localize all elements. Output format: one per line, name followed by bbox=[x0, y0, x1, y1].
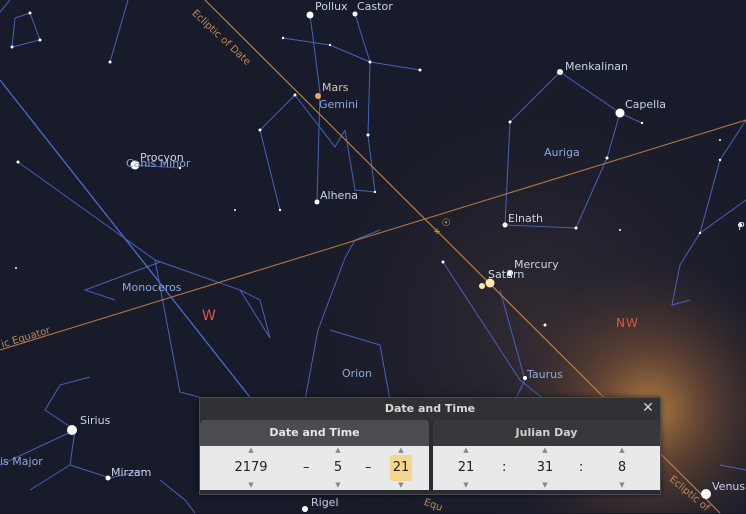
time-separator-1: : bbox=[502, 460, 507, 475]
second-spinbox: ▲ 8 ▼ bbox=[602, 446, 642, 490]
time-separator-2: : bbox=[579, 460, 584, 475]
label-auriga: Auriga bbox=[544, 146, 580, 159]
label-mars: Mars bbox=[322, 81, 349, 94]
cardinal-west: W bbox=[202, 308, 217, 324]
hour-down-arrow-icon[interactable]: ▼ bbox=[446, 481, 486, 490]
star-menkalinan[interactable] bbox=[557, 69, 563, 75]
label-p: P bbox=[738, 220, 745, 233]
day-up-arrow-icon[interactable]: ▲ bbox=[381, 446, 421, 455]
month-up-arrow-icon[interactable]: ▲ bbox=[318, 446, 358, 455]
second-up-arrow-icon[interactable]: ▲ bbox=[602, 446, 642, 455]
label-alhena: Alhena bbox=[320, 189, 359, 202]
label-canis-major: is Major bbox=[0, 455, 43, 468]
star-sirius[interactable] bbox=[67, 425, 77, 435]
minute-up-arrow-icon[interactable]: ▲ bbox=[525, 446, 565, 455]
label-monoceros: Monoceros bbox=[122, 281, 182, 294]
year-down-arrow-icon[interactable]: ▼ bbox=[231, 481, 271, 490]
label-sirius: Sirius bbox=[80, 414, 111, 427]
star-mirzam[interactable] bbox=[105, 475, 111, 481]
label-saturn: Saturn bbox=[488, 268, 525, 281]
day-value[interactable]: 21 bbox=[390, 455, 412, 481]
minute-value[interactable]: 31 bbox=[525, 455, 565, 481]
date-panel: ▲ 2179 ▼ – ▲ 5 ▼ – ▲ 21 ▼ bbox=[200, 446, 429, 490]
dialog-tabs: Date and Time Julian Day bbox=[200, 420, 660, 446]
star-capella[interactable] bbox=[615, 108, 625, 118]
label-castor: Castor bbox=[357, 0, 393, 13]
second-value[interactable]: 8 bbox=[602, 455, 642, 481]
star-pollux[interactable] bbox=[306, 11, 314, 19]
star-alhena[interactable] bbox=[314, 199, 320, 205]
tab-julian-day[interactable]: Julian Day bbox=[433, 420, 660, 446]
label-menkalinan: Menkalinan bbox=[565, 60, 628, 73]
month-value[interactable]: 5 bbox=[318, 455, 358, 481]
tab-date-and-time[interactable]: Date and Time bbox=[200, 420, 429, 446]
date-time-dialog: Date and Time ✕ Date and Time Julian Day… bbox=[199, 397, 661, 495]
hour-value[interactable]: 21 bbox=[446, 455, 486, 481]
date-separator-2: – bbox=[365, 460, 372, 475]
day-spinbox: ▲ 21 ▼ bbox=[381, 446, 421, 490]
year-spinbox: ▲ 2179 ▼ bbox=[231, 446, 271, 490]
second-down-arrow-icon[interactable]: ▼ bbox=[602, 481, 642, 490]
year-value[interactable]: 2179 bbox=[231, 455, 271, 481]
day-down-arrow-icon[interactable]: ▼ bbox=[381, 481, 421, 490]
label-gemini: Gemini bbox=[319, 98, 359, 111]
label-orion: Orion bbox=[342, 367, 372, 380]
label-pollux: Pollux bbox=[315, 0, 348, 13]
planet-saturn-2[interactable] bbox=[479, 283, 485, 289]
month-spinbox: ▲ 5 ▼ bbox=[318, 446, 358, 490]
hour-up-arrow-icon[interactable]: ▲ bbox=[446, 446, 486, 455]
label-rigel: Rigel bbox=[311, 496, 339, 509]
label-taurus: Taurus bbox=[527, 368, 563, 381]
cardinal-northwest: NW bbox=[616, 316, 639, 330]
star-elnath[interactable] bbox=[502, 222, 508, 228]
hour-spinbox: ▲ 21 ▼ bbox=[446, 446, 486, 490]
label-mirzam: Mirzam bbox=[111, 466, 152, 479]
close-icon[interactable]: ✕ bbox=[640, 400, 656, 416]
cross-marker: + bbox=[433, 227, 441, 237]
label-elnath: Elnath bbox=[508, 212, 544, 225]
label-canis-minor: Canis Minor bbox=[126, 157, 191, 170]
star-rigel[interactable] bbox=[302, 506, 308, 512]
label-capella: Capella bbox=[625, 98, 667, 111]
minute-down-arrow-icon[interactable]: ▼ bbox=[525, 481, 565, 490]
year-up-arrow-icon[interactable]: ▲ bbox=[231, 446, 271, 455]
time-panel: ▲ 21 ▼ : ▲ 31 ▼ : ▲ 8 ▼ bbox=[433, 446, 660, 490]
date-separator-1: – bbox=[303, 460, 310, 475]
dialog-title[interactable]: Date and Time bbox=[200, 398, 660, 420]
minute-spinbox: ▲ 31 ▼ bbox=[525, 446, 565, 490]
month-down-arrow-icon[interactable]: ▼ bbox=[318, 481, 358, 490]
label-venus: Venus bbox=[712, 480, 746, 493]
sun-symbol: ☉ bbox=[442, 218, 451, 229]
